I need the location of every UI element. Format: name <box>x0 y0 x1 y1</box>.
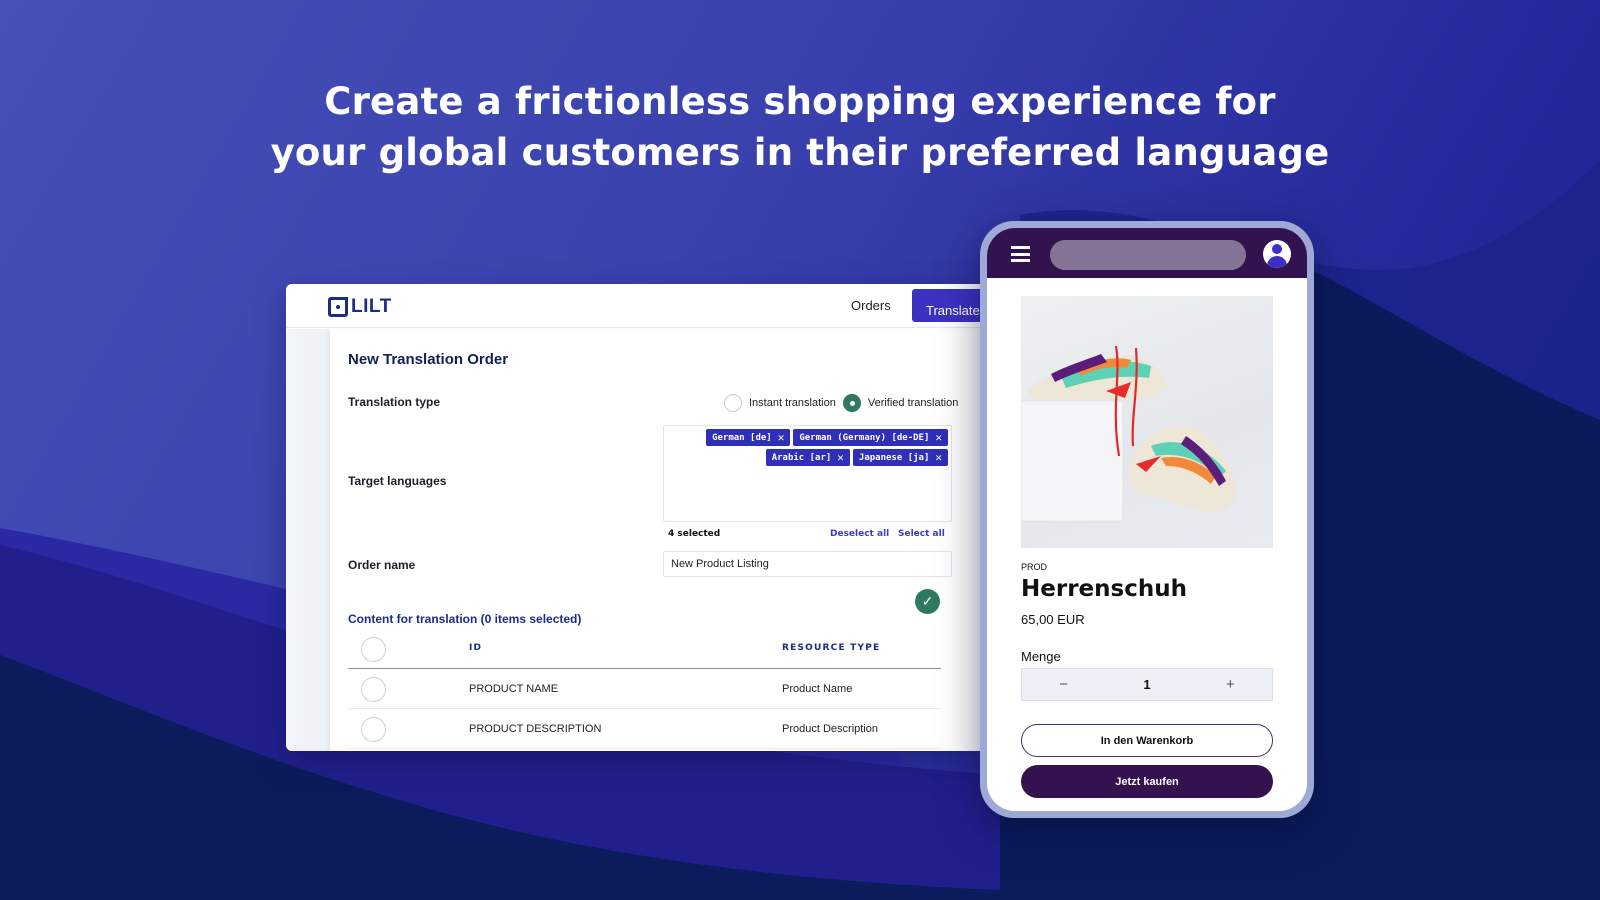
hamburger-icon[interactable] <box>1011 246 1030 262</box>
column-header-id[interactable]: ID <box>469 643 482 653</box>
page-title: New Translation Order <box>348 351 509 368</box>
desktop-app-window: LILT Orders Translate New Translation Or… <box>286 284 986 751</box>
language-chip-label: Japanese [ja] <box>858 452 930 463</box>
column-header-resource-type[interactable]: RESOURCE TYPE <box>782 643 880 653</box>
check-icon: ✓ <box>915 589 940 614</box>
language-chip: German [de] ✕ <box>706 429 791 446</box>
order-name-input[interactable] <box>663 551 952 577</box>
mobile-header <box>987 228 1307 278</box>
translation-type-radio-group: Instant translation Verified translation <box>724 394 965 412</box>
content-section-title: Content for translation (0 items selecte… <box>348 612 582 626</box>
remove-chip-icon[interactable]: ✕ <box>837 451 844 464</box>
buy-now-button[interactable]: Jetzt kaufen <box>1021 765 1273 798</box>
decrement-button[interactable]: − <box>1022 676 1105 693</box>
row-resource-type: Product Name <box>782 683 853 695</box>
verified-translation-label[interactable]: Verified translation <box>868 397 959 409</box>
add-to-cart-button[interactable]: In den Warenkorb <box>1021 724 1273 757</box>
lilt-logo-text: LILT <box>351 296 392 317</box>
mobile-search-bar[interactable] <box>1050 240 1246 270</box>
table-header-row: ID RESOURCE TYPE <box>348 629 941 669</box>
user-avatar-icon[interactable] <box>1263 240 1291 268</box>
selected-count: 4 selected <box>668 529 721 539</box>
quantity-value[interactable]: 1 <box>1105 677 1188 692</box>
row-id: PRODUCT DESCRIPTION <box>469 723 602 735</box>
language-chip-label: German [de] <box>712 432 772 443</box>
translation-type-label: Translation type <box>348 395 441 409</box>
select-all-rows-checkbox[interactable] <box>361 637 386 662</box>
row-resource-type: Product Description <box>782 723 878 735</box>
headline-line-1: Create a frictionless shopping experienc… <box>324 80 1276 123</box>
nav-translate-button[interactable]: Translate <box>912 289 986 322</box>
remove-chip-icon[interactable]: ✕ <box>778 431 785 444</box>
sneakers-illustration <box>1021 345 1237 522</box>
remove-chip-icon[interactable]: ✕ <box>935 451 942 464</box>
product-price: 65,00 EUR <box>1021 612 1085 627</box>
instant-translation-radio[interactable] <box>724 394 742 412</box>
order-name-label: Order name <box>348 558 416 572</box>
quantity-label: Menge <box>1021 649 1061 664</box>
content-table: ID RESOURCE TYPE PRODUCT NAME Product Na… <box>348 629 941 749</box>
lilt-logo[interactable]: LILT <box>328 296 392 318</box>
sidebar <box>286 329 330 751</box>
remove-chip-icon[interactable]: ✕ <box>935 431 942 444</box>
language-chip-label: Arabic [ar] <box>771 452 832 463</box>
nav-orders-link[interactable]: Orders <box>851 298 891 313</box>
language-chip: Arabic [ar] ✕ <box>765 449 850 466</box>
product-tag: PROD <box>1021 562 1048 572</box>
table-row[interactable]: PRODUCT DESCRIPTION Product Description <box>348 709 941 749</box>
language-chips: German [de] ✕ German (Germany) [de-DE] ✕ <box>667 429 948 446</box>
row-checkbox[interactable] <box>361 717 386 742</box>
product-name: Herrenschuh <box>1021 576 1187 602</box>
language-chip: Japanese [ja] ✕ <box>852 449 948 466</box>
select-all-button[interactable]: Select all <box>898 529 945 539</box>
phone-screen: PROD Herrenschuh 65,00 EUR Menge − 1 + I… <box>987 228 1307 811</box>
increment-button[interactable]: + <box>1189 676 1272 693</box>
row-checkbox[interactable] <box>361 677 386 702</box>
language-chips-row-2: Arabic [ar] ✕ Japanese [ja] ✕ <box>667 449 948 466</box>
table-row[interactable]: PRODUCT NAME Product Name <box>348 669 941 709</box>
headline: Create a frictionless shopping experienc… <box>0 76 1600 178</box>
target-languages-multiselect[interactable]: German [de] ✕ German (Germany) [de-DE] ✕ A… <box>663 425 952 522</box>
verified-translation-radio[interactable] <box>842 394 861 412</box>
new-translation-order-form: New Translation Order Translation type I… <box>330 329 986 751</box>
language-chip-label: German (Germany) [de-DE] <box>799 432 930 443</box>
phone-mockup: PROD Herrenschuh 65,00 EUR Menge − 1 + I… <box>980 221 1314 818</box>
row-id: PRODUCT NAME <box>469 683 559 695</box>
deselect-all-button[interactable]: Deselect all <box>830 529 889 539</box>
quantity-stepper: − 1 + <box>1021 668 1273 701</box>
language-chip: German (Germany) [de-DE] ✕ <box>793 429 948 446</box>
headline-line-2: your global customers in their preferred… <box>270 131 1330 174</box>
target-languages-label: Target languages <box>348 474 447 488</box>
product-image <box>1021 296 1273 548</box>
top-navigation-bar: LILT Orders Translate <box>286 284 986 328</box>
lilt-logo-icon <box>328 297 348 317</box>
instant-translation-label[interactable]: Instant translation <box>749 397 836 409</box>
